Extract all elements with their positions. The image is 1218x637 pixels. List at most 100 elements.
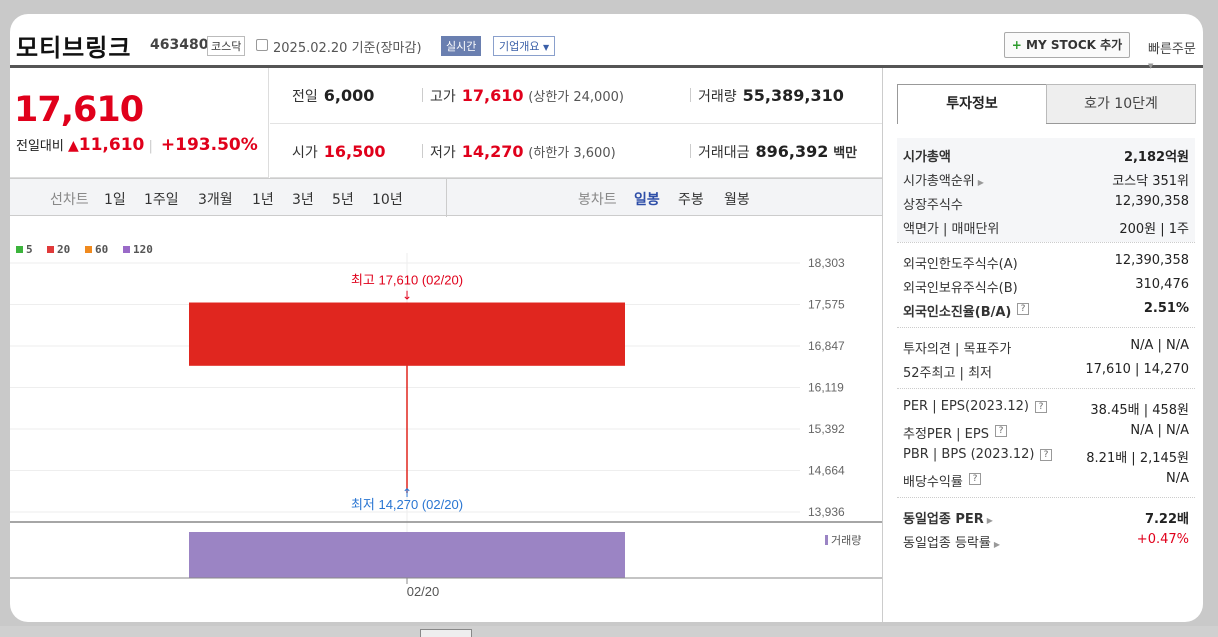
stats-row: 전일 6,000 고가 17,610 (상한가 24,000) 거래량 55,389,… — [270, 68, 882, 123]
page-bottom-bar — [0, 626, 1218, 637]
tab-3month[interactable]: 3개월 — [198, 189, 233, 209]
my-stock-add-button[interactable]: + MY STOCK 추가 — [1004, 32, 1130, 58]
invest-row: 외국인한도주식수(A) 12,390,358 — [897, 249, 1195, 273]
tab-monthly[interactable]: 월봉 — [724, 189, 750, 209]
volume-legend-label: 거래량 — [831, 534, 861, 547]
lower-limit: (하한가 3,600) — [528, 146, 616, 161]
stat-value: 896,392 — [755, 142, 829, 161]
divider — [446, 179, 447, 217]
invest-value: 2,182억원 — [1123, 150, 1189, 165]
tab-5year[interactable]: 5년 — [332, 189, 354, 209]
invest-row: 배당수익률? N/A — [897, 467, 1195, 491]
scroll-tab[interactable] — [420, 629, 472, 637]
legend-label: 120 — [133, 243, 153, 256]
y-tick-label: 14,664 — [808, 463, 845, 477]
help-icon[interactable]: ? — [1035, 401, 1047, 413]
invest-group: 외국인한도주식수(A) 12,390,358 외국인보유주식수(B) 310,476 외… — [897, 242, 1195, 327]
tab-1week[interactable]: 1주일 — [144, 189, 179, 209]
stock-code: 463480 — [150, 37, 209, 53]
invest-key: 투자의견 | 목표주가 — [903, 342, 1012, 357]
tab-3year[interactable]: 3년 — [292, 189, 314, 209]
stat-label: 거래대금 — [698, 145, 750, 161]
y-tick-label: 16,119 — [808, 381, 844, 395]
up-triangle-icon: ▲ — [67, 138, 79, 154]
invest-row: 동일업종 등락률 ▶ +0.47% — [897, 528, 1195, 552]
change-percent: +193.50% — [160, 135, 258, 155]
plus-icon: + — [1011, 38, 1022, 52]
tab-1day[interactable]: 1일 — [104, 189, 126, 209]
date-basis: 기준(장마감) — [351, 41, 422, 56]
invest-key: 시가총액 — [903, 150, 951, 165]
y-tick-label: 13,936 — [808, 505, 845, 519]
help-icon[interactable]: ? — [1017, 303, 1029, 315]
invest-row: 시가총액 2,182억원 — [897, 142, 1195, 166]
invest-key[interactable]: 시가총액순위 ▶ — [903, 170, 984, 189]
candle-body[interactable] — [189, 302, 625, 366]
calendar-icon — [256, 39, 268, 51]
legend-swatch — [123, 246, 130, 253]
stat-value: 55,389,310 — [742, 86, 844, 105]
high-price: 고가 17,610 (상한가 24,000) — [430, 86, 624, 106]
trade-amount: 거래대금 896,392 백만 — [698, 142, 857, 162]
invest-key: 외국인보유주식수(B) — [903, 281, 1018, 296]
invest-row: 액면가 | 매매단위 200원 | 1주 — [897, 214, 1195, 238]
low-annotation: 최저 14,270 (02/20) — [351, 497, 463, 512]
stat-label: 시가 — [292, 145, 318, 161]
invest-row: 투자의견 | 목표주가 N/A | N/A — [897, 334, 1195, 358]
upper-limit: (상한가 24,000) — [528, 90, 624, 105]
x-tick-label: 02/20 — [407, 584, 440, 599]
date-value: 2025.02.20 — [273, 41, 348, 56]
tab-invest-info[interactable]: 투자정보 — [897, 84, 1047, 124]
help-icon[interactable]: ? — [1040, 449, 1052, 461]
stat-label: 고가 — [430, 89, 456, 105]
invest-row: 외국인소진율(B/A)? 2.51% — [897, 297, 1195, 321]
my-stock-label: MY STOCK 추가 — [1026, 38, 1123, 52]
tab-orderbook[interactable]: 호가 10단계 — [1046, 84, 1196, 124]
quick-order-button[interactable]: 빠른주문 ▼ — [1148, 38, 1203, 72]
invest-key: PER | EPS(2023.12) — [903, 399, 1029, 414]
tab-weekly[interactable]: 주봉 — [678, 189, 704, 209]
help-icon[interactable]: ? — [969, 473, 981, 485]
invest-value: 310,476 — [1135, 277, 1189, 292]
divider — [690, 88, 691, 102]
change-value: 11,610 — [78, 135, 145, 155]
invest-row: 시가총액순위 ▶ 코스닥 351위 — [897, 166, 1195, 190]
invest-value: 38.45배 | 458원 — [1090, 403, 1189, 418]
y-tick-label: 17,575 — [808, 298, 845, 312]
volume-bar[interactable] — [189, 532, 625, 578]
company-name[interactable]: 모티브링크 — [16, 28, 131, 63]
stat-label: 저가 — [430, 145, 456, 161]
line-chart-label: 선차트 — [50, 192, 89, 208]
tab-1year[interactable]: 1년 — [252, 189, 274, 209]
arrow-right-icon: ▶ — [986, 516, 993, 525]
high-annotation: 최고 17,610 (02/20) — [351, 273, 463, 288]
price-box: 17,610 전일대비 ▲11,610 | +193.50% — [10, 68, 269, 178]
invest-table: 시가총액 2,182억원 시가총액순위 ▶ 코스닥 351위 상장주식수 12,390,35… — [897, 138, 1195, 558]
low-price: 저가 14,270 (하한가 3,600) — [430, 142, 616, 162]
invest-value: 12,390,358 — [1114, 194, 1189, 209]
right-tabs: 투자정보 호가 10단계 — [897, 84, 1196, 124]
invest-key: 액면가 | 매매단위 — [903, 222, 1000, 237]
price-chart[interactable]: 18,303 17,575 16,847 16,119 15,392 14,664 13,9… — [10, 216, 882, 622]
invest-key[interactable]: 동일업종 등락률 ▶ — [903, 532, 1000, 551]
realtime-button[interactable]: 실시간 — [441, 36, 482, 56]
tab-10year[interactable]: 10년 — [372, 189, 403, 209]
legend-swatch — [16, 246, 23, 253]
stat-value: 16,500 — [323, 142, 386, 161]
invest-value: N/A | N/A — [1130, 423, 1189, 438]
invest-group: 동일업종 PER ▶ 7.22배 동일업종 등락률 ▶ +0.47% — [897, 497, 1195, 558]
invest-value: 200원 | 1주 — [1119, 222, 1189, 237]
divider — [422, 88, 423, 102]
help-icon[interactable]: ? — [995, 425, 1007, 437]
divider — [422, 144, 423, 158]
prev-close: 전일 6,000 — [292, 86, 374, 106]
stat-label: 거래량 — [698, 89, 737, 105]
invest-key[interactable]: 동일업종 PER ▶ — [903, 508, 993, 527]
invest-key: 외국인소진율(B/A) — [903, 305, 1012, 320]
tab-daily[interactable]: 일봉 — [634, 189, 660, 209]
invest-value: 코스닥 351위 — [1112, 174, 1189, 189]
corp-info-dropdown[interactable]: 기업개요 ▼ — [493, 36, 556, 56]
divider — [1046, 123, 1195, 124]
candle-chart-label: 봉차트 — [578, 192, 617, 208]
legend-label: 5 — [26, 243, 33, 256]
